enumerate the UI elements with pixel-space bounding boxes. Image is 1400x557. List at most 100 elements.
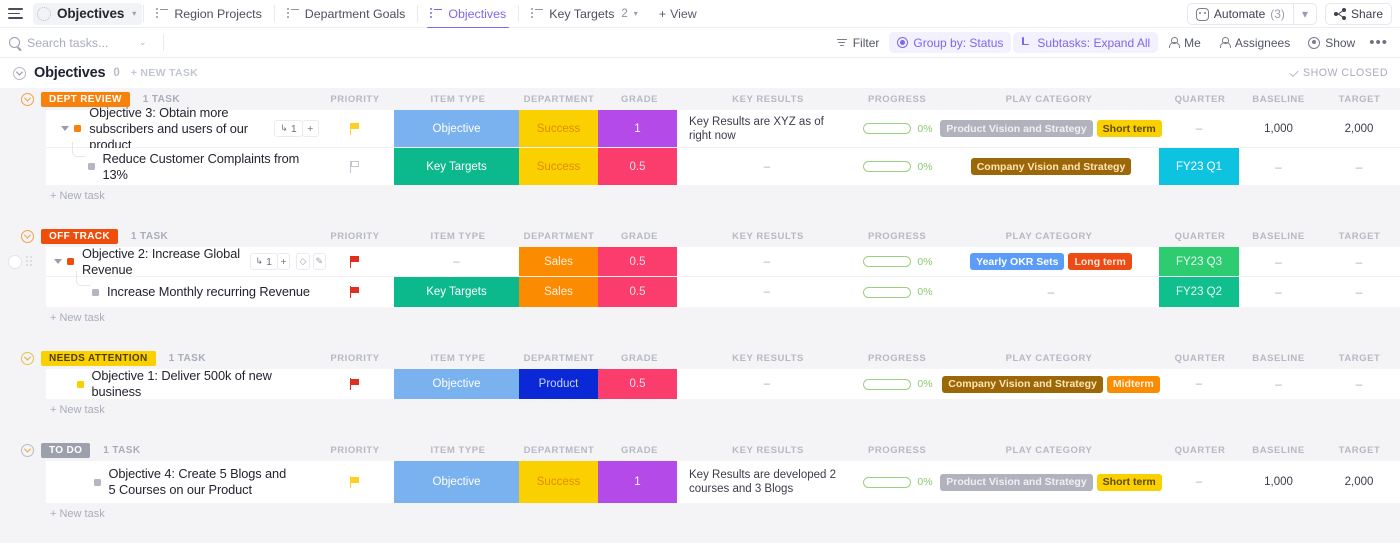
assignees-button[interactable]: Assignees [1211,32,1298,53]
department-cell[interactable]: Product [519,369,598,399]
play-category-cell[interactable]: Yearly OKR Sets Long term [943,247,1159,276]
subtask-count-chip[interactable]: ↳ 1 [274,120,303,137]
priority-cell[interactable] [325,110,385,147]
collapse-group-icon[interactable] [21,443,34,457]
column-header-priority[interactable]: PRIORITY [325,445,385,456]
column-header-key-results[interactable]: KEY RESULTS [730,445,806,456]
play-category-tag[interactable]: Short term [1096,120,1162,137]
task-name-cell[interactable]: Objective 1: Deliver 500k of new busines… [46,368,326,399]
grade-cell[interactable]: 0.5 [598,148,677,185]
column-header-play-category[interactable]: PLAY CATEGORY [1002,231,1096,242]
subtasks-button[interactable]: Subtasks: Expand All [1013,32,1159,53]
priority-cell[interactable] [325,247,385,276]
group-by-button[interactable]: Group by: Status [889,32,1012,53]
tab-region-projects[interactable]: Region Projects [145,0,272,28]
item-type-cell[interactable]: Objective [394,110,519,147]
play-category-tag[interactable]: Product Vision and Strategy [940,120,1093,137]
tag-icon[interactable]: ◇ [296,253,310,270]
edit-icon[interactable]: ✎ [312,253,326,270]
baseline-cell[interactable]: – [1239,369,1318,399]
column-header-item-type[interactable]: ITEM TYPE [428,231,488,242]
column-header-grade[interactable]: GRADE [621,231,658,242]
show-closed-toggle[interactable]: SHOW CLOSED [1289,67,1388,79]
key-results-cell[interactable]: – [681,148,853,185]
tab-objectives[interactable]: Objectives [419,0,517,29]
quarter-cell[interactable]: – [1159,110,1239,147]
department-cell[interactable]: Sales [519,277,598,307]
baseline-cell[interactable]: – [1239,148,1318,185]
column-header-item-type[interactable]: ITEM TYPE [428,353,488,364]
drag-handle-icon[interactable] [26,255,33,268]
status-marker[interactable] [74,125,82,132]
quarter-cell[interactable]: – [1159,369,1239,399]
table-row[interactable]: Objective 2: Increase Global Revenue ↳ 1 +… [8,246,1400,277]
more-options-button[interactable]: ••• [1365,35,1392,50]
play-category-tag[interactable]: Midterm [1106,375,1160,393]
column-header-baseline[interactable]: BASELINE [1252,445,1305,456]
menu-icon[interactable] [8,8,24,19]
baseline-cell[interactable]: – [1239,277,1318,307]
column-header-priority[interactable]: PRIORITY [325,353,385,364]
add-subtask-button[interactable]: + [276,253,291,270]
column-header-key-results[interactable]: KEY RESULTS [730,231,806,242]
play-category-tag[interactable]: Long term [1068,253,1132,270]
add-task-row[interactable]: + New task [0,503,1400,525]
item-type-cell[interactable]: Key Targets [394,277,519,307]
search-box[interactable]: ⌄ [0,28,163,57]
column-header-target[interactable]: TARGET [1337,353,1382,364]
status-marker[interactable] [76,380,84,388]
priority-flag-icon[interactable] [350,286,360,298]
quarter-cell[interactable]: FY23 Q1 [1159,148,1239,185]
baseline-cell[interactable]: 1,000 [1239,461,1318,503]
space-selector[interactable]: Objectives ▾ [33,2,143,25]
collapse-group-icon[interactable] [21,351,34,365]
show-button[interactable]: Show [1300,32,1363,53]
key-results-cell[interactable]: – [681,369,853,399]
priority-cell[interactable] [325,277,385,307]
task-name-cell[interactable]: Objective 3: Obtain more subscribers and… [46,105,326,152]
quarter-cell[interactable]: – [1159,461,1239,503]
row-hover-controls[interactable] [8,254,33,269]
column-header-target[interactable]: TARGET [1337,94,1382,105]
column-header-quarter[interactable]: QUARTER [1174,353,1226,364]
column-header-baseline[interactable]: BASELINE [1252,231,1305,242]
add-subtask-button[interactable]: + [301,120,319,137]
play-category-cell[interactable]: Product Vision and Strategy Short term [940,110,1162,147]
collapse-group-icon[interactable] [21,229,34,243]
task-name-cell[interactable]: Increase Monthly recurring Revenue [46,271,326,307]
column-header-item-type[interactable]: ITEM TYPE [428,445,488,456]
new-task-button[interactable]: + NEW TASK [131,67,198,79]
target-cell[interactable]: 2,000 [1318,461,1400,503]
item-type-cell[interactable]: – [394,247,519,276]
department-cell[interactable]: Success [519,110,598,147]
column-header-department[interactable]: DEPARTMENT [522,353,596,364]
column-header-progress[interactable]: PROGRESS [868,445,926,456]
column-header-grade[interactable]: GRADE [621,353,658,364]
grade-cell[interactable]: 0.5 [598,277,677,307]
search-input[interactable] [27,35,132,50]
column-header-key-results[interactable]: KEY RESULTS [730,353,806,364]
chevron-down-icon[interactable]: ⌄ [139,37,147,48]
add-view-button[interactable]: + View [649,7,707,21]
department-cell[interactable]: Success [519,148,598,185]
share-button[interactable]: Share [1324,3,1392,25]
play-category-tag[interactable]: Product Vision and Strategy [940,473,1093,491]
play-category-cell[interactable]: Company Vision and Strategy Midterm [942,369,1160,399]
automate-chevron-down-icon[interactable]: ▾ [1294,4,1316,24]
subtask-count-chip[interactable]: ↳ 1 [249,253,278,270]
priority-cell[interactable] [325,461,385,503]
play-category-tag[interactable]: Company Vision and Strategy [942,375,1103,393]
column-header-grade[interactable]: GRADE [621,94,658,105]
table-row[interactable]: Increase Monthly recurring Revenue Key T… [46,271,1400,307]
grade-cell[interactable]: 1 [598,110,677,147]
play-category-tag[interactable]: Company Vision and Strategy [970,158,1132,175]
column-header-progress[interactable]: PROGRESS [868,231,926,242]
column-header-priority[interactable]: PRIORITY [325,94,385,105]
key-results-cell[interactable]: – [681,277,853,307]
grade-cell[interactable]: 0.5 [598,247,677,276]
play-category-cell[interactable]: Company Vision and Strategy [943,148,1159,185]
table-row[interactable]: Reduce Customer Complaints from 13% Key … [46,142,1400,185]
priority-flag-icon[interactable] [350,255,360,268]
status-marker[interactable] [67,258,74,265]
collapse-group-icon[interactable] [21,92,34,106]
